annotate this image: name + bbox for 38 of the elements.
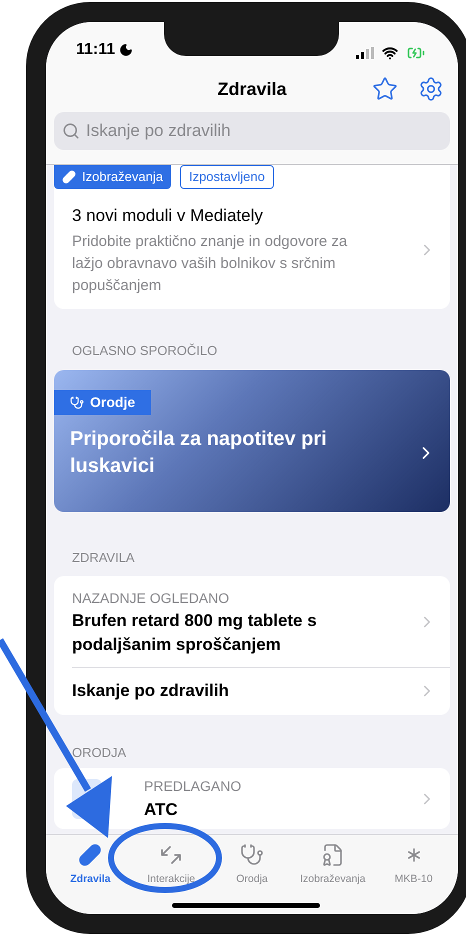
section-label: ORODJA: [72, 744, 128, 762]
drug-row[interactable]: NAZADNJE OGLEDANO Brufen retard 800 mg tablete s podaljšanim sproščanjem: [72, 576, 450, 666]
row-title: ATC: [144, 799, 179, 821]
tab-item[interactable]: Interakcije: [130, 835, 212, 914]
tab-item[interactable]: MKB-10: [373, 835, 454, 914]
card-title: 3 novi moduli v Mediately: [72, 205, 264, 227]
stethoscope-icon: [70, 396, 84, 410]
highlight-tag: Izpostavljeno: [180, 165, 274, 189]
moon-icon: [119, 43, 134, 57]
status-time: 11:11: [76, 40, 116, 60]
drug-row[interactable]: Iskanje po zdravilih: [72, 666, 450, 714]
favorites-icon[interactable]: [372, 76, 398, 102]
tab-item[interactable]: Izobraževanja: [292, 835, 374, 914]
row-title: Iskanje po zdravilih: [72, 680, 230, 702]
settings-icon[interactable]: [418, 76, 444, 102]
tab-item[interactable]: Orodja: [212, 835, 292, 914]
signal-icon: [356, 47, 376, 59]
promo-banner[interactable]: Orodje Priporočila za napotitev pri luskavici: [54, 370, 450, 512]
tab-icon: [240, 843, 264, 867]
section-label: OGLASNO SPOROČILO: [72, 342, 218, 360]
tool-tag: Orodje: [54, 390, 152, 415]
section-label: ZDRAVILA: [72, 549, 136, 567]
search-icon: [62, 122, 80, 140]
row-caption: PREDLAGANO: [144, 777, 242, 796]
feature-card[interactable]: Izobraževanja Izpostavljeno 3 novi moduli v Mediately Pridobite praktično znanje in odgovore za lažjo obravnavo vaših bolnikov s srčnim popuščanjem: [54, 165, 450, 308]
tab-icon: [78, 843, 102, 867]
search-field[interactable]: Iskanje po zdravilih: [54, 112, 450, 150]
banner-title: Priporočila za napotitev pri luskavici: [70, 426, 328, 478]
wifi-icon: [382, 45, 398, 61]
tab-icon: [320, 843, 345, 867]
category-tag: Izobraževanja: [54, 165, 171, 189]
pill-icon: [62, 170, 76, 184]
tab-item[interactable]: Zdravila: [50, 835, 131, 914]
card-description: Pridobite praktično znanje in odgovore za lažjo obravnavo vaših bolnikov s srčnim popuščanjem: [72, 232, 348, 296]
tab-icon: [159, 843, 184, 867]
row-caption: NAZADNJE OGLEDANO: [72, 588, 230, 608]
row-title: Brufen retard 800 mg tablete s podaljšanim sproščanjem: [72, 610, 318, 656]
nav-title: Zdravila: [217, 78, 287, 100]
